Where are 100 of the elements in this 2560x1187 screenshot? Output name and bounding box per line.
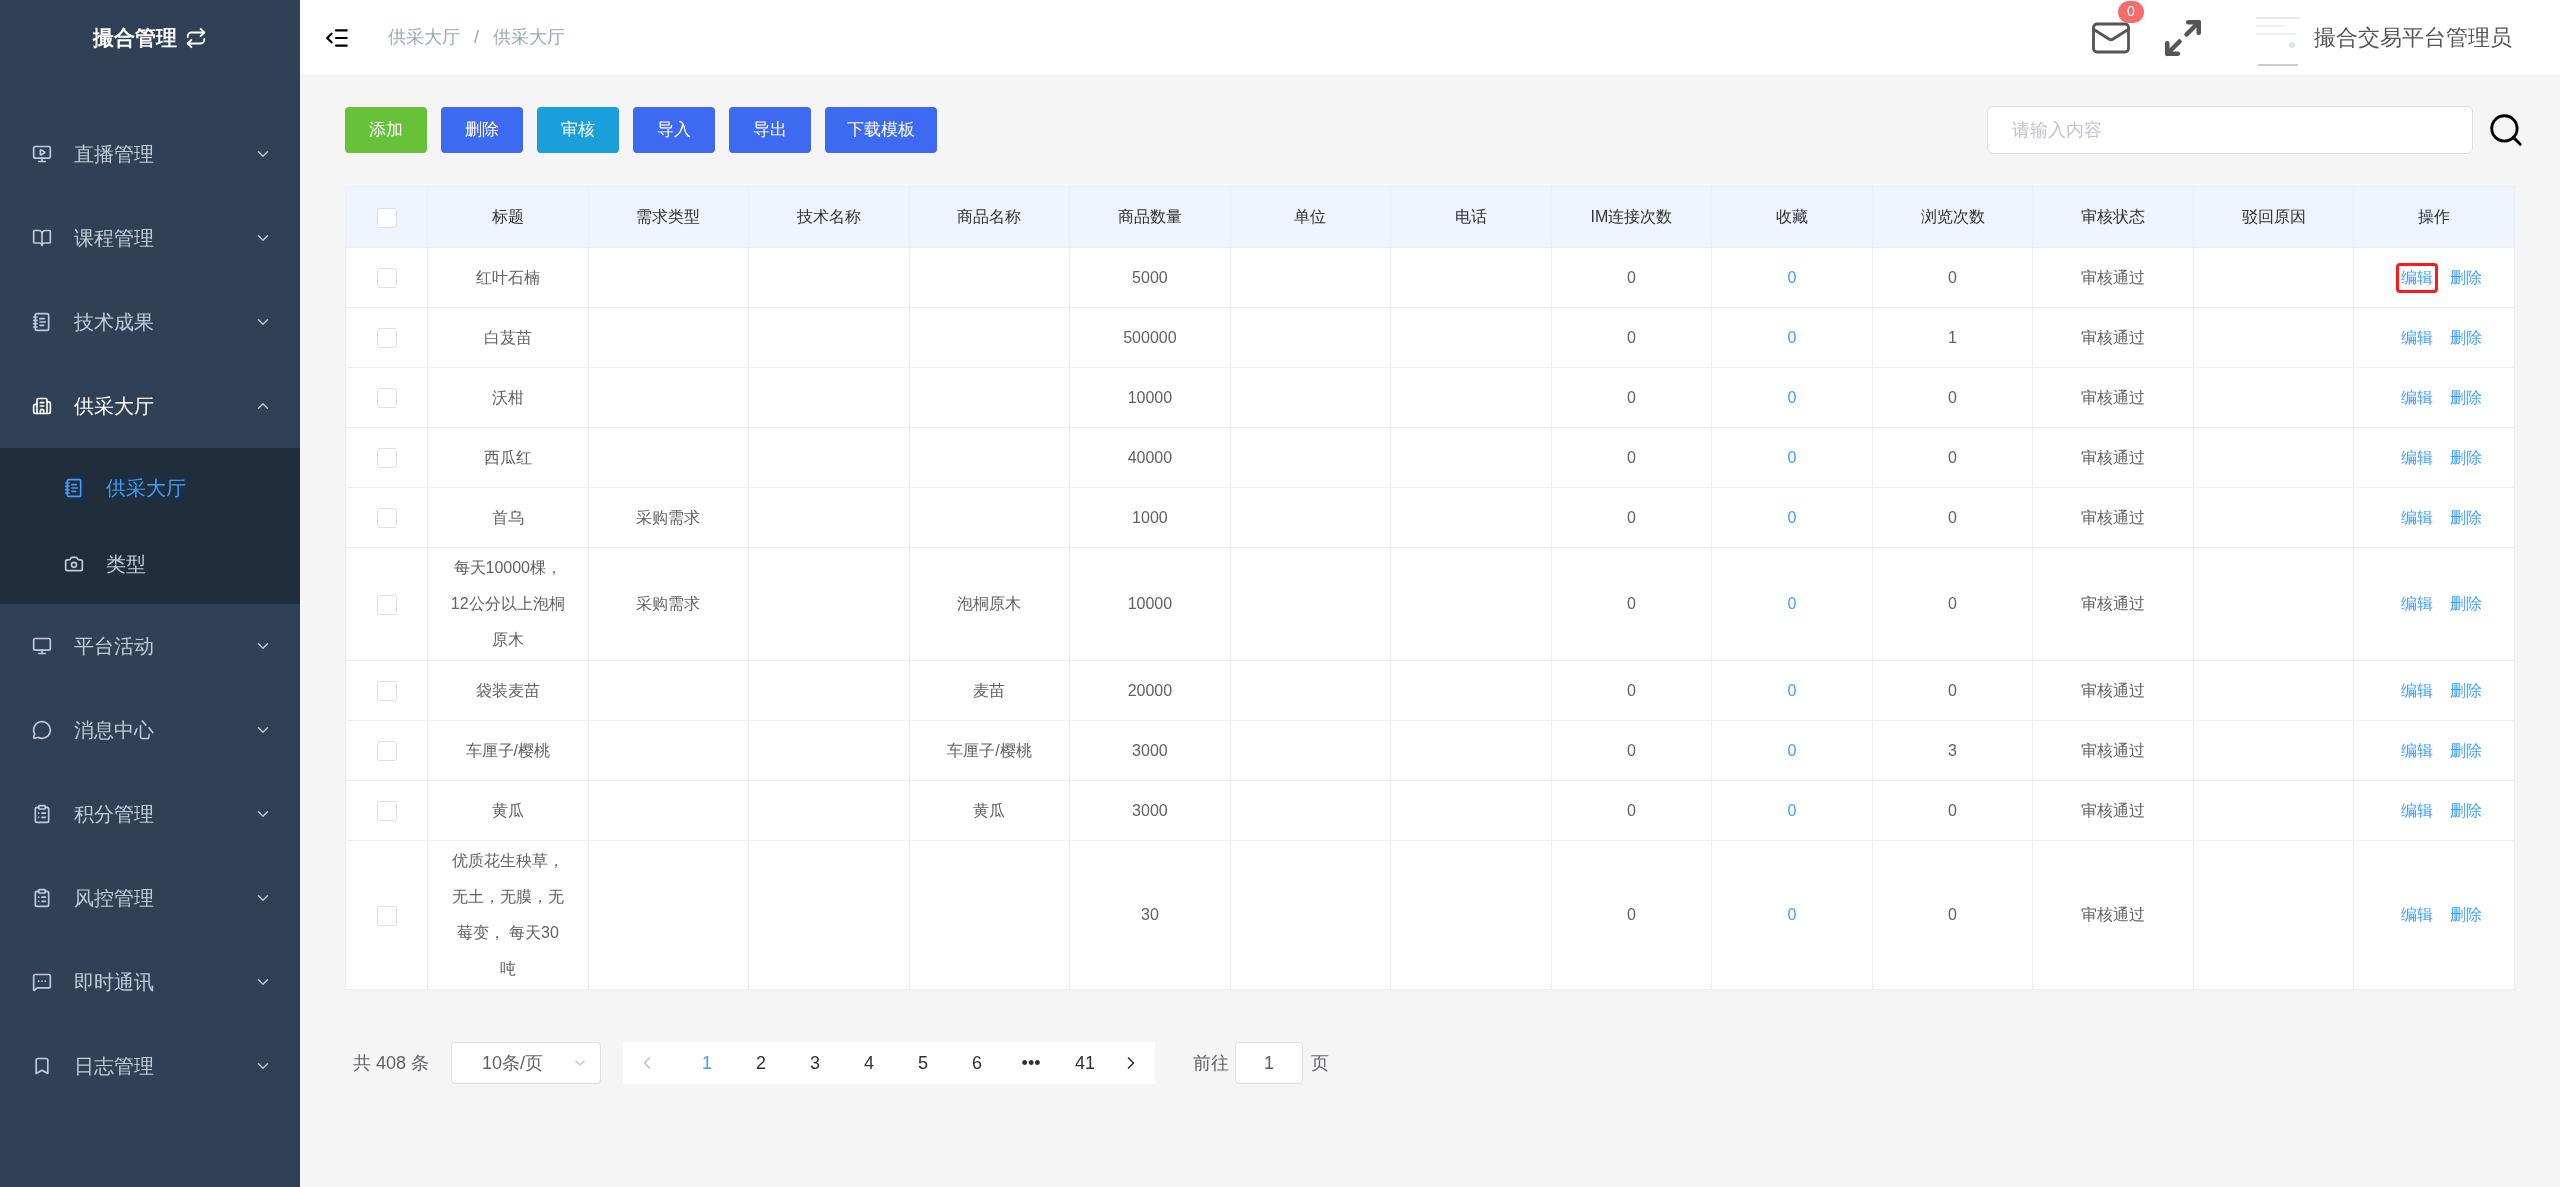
table-cell: 审核通过	[2081, 388, 2146, 406]
edit-link[interactable]: 编辑	[2396, 900, 2439, 930]
edit-link[interactable]: 编辑	[2396, 502, 2439, 533]
table-cell: 30	[1141, 906, 1159, 923]
table-cell[interactable]: 0	[1787, 595, 1797, 612]
toolbar-button[interactable]: 导入	[633, 107, 715, 153]
toolbar-button[interactable]: 添加	[345, 107, 427, 153]
table-cell: 0	[1627, 741, 1636, 759]
page-number[interactable]: 5	[899, 1049, 948, 1077]
search-icon[interactable]	[2487, 111, 2525, 149]
menu-item[interactable]: 平台活动	[0, 604, 300, 688]
table-cell: 10000	[1127, 388, 1173, 406]
delete-link[interactable]: 删除	[2450, 738, 2483, 763]
delete-link[interactable]: 删除	[2450, 325, 2483, 350]
row-checkbox[interactable]	[376, 448, 397, 469]
table-cell: 0	[1948, 448, 1957, 466]
page-number[interactable]: 6	[953, 1049, 1002, 1077]
page-number[interactable]: 2	[737, 1049, 786, 1077]
page-number[interactable]: 41	[1061, 1049, 1110, 1077]
edit-link[interactable]: 编辑	[2396, 382, 2439, 413]
menu-item[interactable]: 消息中心	[0, 688, 300, 772]
table-cell[interactable]: 0	[1787, 388, 1797, 406]
table-cell: 采购需求	[636, 595, 701, 612]
table-cell: 每天10000棵，12公分以上泡桐原木	[450, 559, 565, 648]
table-cell: 采购需求	[636, 508, 701, 526]
menu-item[interactable]: 即时通讯	[0, 940, 300, 1024]
table-cell[interactable]: 0	[1787, 681, 1797, 699]
table-cell[interactable]: 0	[1787, 508, 1797, 526]
page-size-select[interactable]: 10条/页	[451, 1042, 602, 1084]
chat-icon	[32, 720, 52, 740]
delete-link[interactable]: 删除	[2450, 505, 2483, 530]
select-all-checkbox[interactable]	[376, 207, 397, 228]
table-cell: 0	[1948, 508, 1957, 526]
edit-link[interactable]: 编辑	[2396, 442, 2439, 473]
breadcrumb-item[interactable]: 供采大厅	[388, 24, 460, 51]
edit-link[interactable]: 编辑	[2396, 589, 2439, 619]
row-checkbox[interactable]	[376, 508, 397, 529]
edit-link[interactable]: 编辑	[2396, 262, 2439, 293]
row-checkbox[interactable]	[376, 328, 397, 349]
column-header: 驳回原因	[2193, 186, 2354, 248]
delete-link[interactable]: 删除	[2450, 445, 2483, 470]
goto-page-field[interactable]: 1	[1235, 1042, 1304, 1084]
menu-item[interactable]: 供采大厅	[0, 364, 300, 448]
delete-link[interactable]: 删除	[2450, 903, 2483, 927]
page-number[interactable]: 4	[845, 1049, 894, 1077]
toolbar-button[interactable]: 下载模板	[825, 107, 937, 153]
table-cell: 审核通过	[2081, 268, 2146, 286]
row-checkbox[interactable]	[376, 905, 397, 926]
table-cell[interactable]: 0	[1787, 268, 1797, 286]
menu-item[interactable]: 技术成果	[0, 280, 300, 364]
table-cell: 审核通过	[2081, 681, 2146, 699]
table-cell: 0	[1627, 328, 1636, 346]
column-header: 浏览次数	[1872, 186, 2033, 248]
table-cell[interactable]: 0	[1787, 906, 1797, 923]
table-cell: 0	[1627, 388, 1636, 406]
table-cell: 白芨苗	[483, 328, 532, 346]
row-checkbox[interactable]	[376, 801, 397, 822]
search-field[interactable]: 请输入内容	[1987, 106, 2473, 154]
table-cell: 3	[1948, 741, 1957, 759]
page-number[interactable]: 1	[683, 1049, 732, 1077]
edit-link[interactable]: 编辑	[2396, 675, 2439, 706]
table-cell: 审核通过	[2081, 906, 2146, 923]
menu-item[interactable]: 积分管理	[0, 772, 300, 856]
table-cell: 0	[1627, 508, 1636, 526]
row-checkbox[interactable]	[376, 741, 397, 762]
edit-link[interactable]: 编辑	[2396, 795, 2439, 826]
delete-link[interactable]: 删除	[2450, 798, 2483, 823]
menu-item[interactable]: 日志管理	[0, 1024, 300, 1108]
menu-item[interactable]: 风控管理	[0, 856, 300, 940]
edit-link[interactable]: 编辑	[2396, 322, 2439, 353]
user-name[interactable]: 撮合交易平台管理员	[2314, 21, 2512, 54]
row-checkbox[interactable]	[376, 681, 397, 702]
table-cell: 40000	[1127, 448, 1173, 466]
toolbar-button[interactable]: 删除	[441, 107, 523, 153]
delete-link[interactable]: 删除	[2450, 678, 2483, 703]
row-checkbox[interactable]	[376, 268, 397, 289]
delete-link[interactable]: 删除	[2450, 265, 2483, 290]
menu-item[interactable]: 课程管理	[0, 196, 300, 280]
table-cell: 红叶石楠	[475, 268, 540, 286]
table-cell[interactable]: 0	[1787, 801, 1797, 819]
row-checkbox[interactable]	[376, 388, 397, 409]
table-cell[interactable]: 0	[1787, 448, 1797, 466]
toolbar-button[interactable]: 导出	[729, 107, 811, 153]
toolbar-button[interactable]: 审核	[537, 107, 619, 153]
submenu-item[interactable]: 类型	[0, 526, 300, 602]
breadcrumb-item[interactable]: 供采大厅	[493, 24, 565, 51]
table-cell[interactable]: 0	[1787, 328, 1797, 346]
table-cell: 审核通过	[2081, 508, 2146, 526]
switch-icon[interactable]	[185, 27, 207, 49]
submenu-item[interactable]: 供采大厅	[0, 450, 300, 526]
page-suffix: 页	[1311, 1051, 1330, 1075]
page-number[interactable]: •••	[1007, 1049, 1056, 1077]
delete-link[interactable]: 删除	[2450, 385, 2483, 410]
edit-link[interactable]: 编辑	[2396, 735, 2439, 766]
menu-item[interactable]: 直播管理	[0, 112, 300, 196]
table-cell[interactable]: 0	[1787, 741, 1797, 759]
page-number[interactable]: 3	[791, 1049, 840, 1077]
clipboard-icon	[32, 804, 52, 824]
row-checkbox[interactable]	[376, 594, 397, 615]
delete-link[interactable]: 删除	[2450, 592, 2483, 616]
